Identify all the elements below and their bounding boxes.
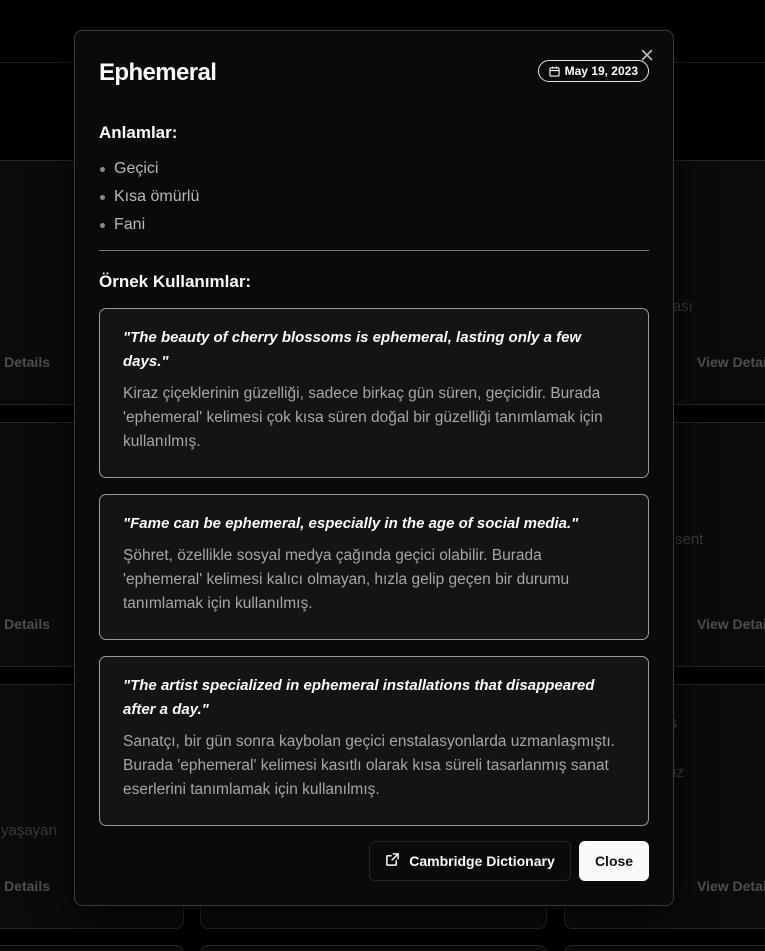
example-card: "The artist specialized in ephemeral ins… xyxy=(99,656,649,826)
word-title: Ephemeral xyxy=(99,59,217,86)
cambridge-dictionary-button[interactable]: Cambridge Dictionary xyxy=(369,841,571,881)
meaning-item: Kısa ömürlü xyxy=(99,183,199,211)
meaning-item: Fani xyxy=(99,211,199,239)
close-button-label: Close xyxy=(594,853,634,869)
background-card-subtitle: sent xyxy=(675,531,704,548)
word-detail-dialog: Ephemeral May 19, 2023 Anlamlar: Geçici … xyxy=(74,30,674,906)
view-details-link[interactable]: View Details xyxy=(0,616,50,632)
background-card[interactable] xyxy=(0,945,184,951)
example-explanation: Kiraz çiçeklerinin güzelliği, sadece bir… xyxy=(123,385,603,450)
example-card: "The beauty of cherry blossoms is epheme… xyxy=(99,308,649,478)
meanings-list: Geçici Kısa ömürlü Fani xyxy=(99,155,199,239)
examples-heading: Örnek Kullanımlar: xyxy=(99,272,252,291)
background-card-subtitle: yaşayan xyxy=(1,822,57,839)
view-details-link[interactable]: View Details xyxy=(697,878,765,894)
example-explanation: Sanatçı, bir gün sonra kaybolan geçici e… xyxy=(123,733,615,798)
background-card[interactable] xyxy=(200,945,547,951)
example-sentence: "Fame can be ephemeral, especially in th… xyxy=(123,515,579,532)
example-explanation: Şöhret, özellikle sosyal medya çağında g… xyxy=(123,547,570,612)
meanings-heading: Anlamlar: xyxy=(99,123,178,142)
close-button[interactable]: Close xyxy=(579,841,649,881)
example-sentence: "The beauty of cherry blossoms is epheme… xyxy=(123,329,582,370)
section-divider xyxy=(99,250,649,251)
example-card: "Fame can be ephemeral, especially in th… xyxy=(99,494,649,640)
app-root: View Details ny aşası View Details View … xyxy=(0,0,765,951)
background-card-subtitle: iz xyxy=(673,764,684,781)
view-details-link[interactable]: View Details xyxy=(0,354,50,370)
meaning-item: Geçici xyxy=(99,155,199,183)
external-link-icon xyxy=(385,852,400,870)
date-text: May 19, 2023 xyxy=(564,64,638,78)
background-card[interactable] xyxy=(564,945,765,951)
view-details-link[interactable]: View Details xyxy=(0,878,50,894)
date-badge: May 19, 2023 xyxy=(537,60,649,82)
view-details-link[interactable]: View Details xyxy=(697,616,765,632)
cambridge-dictionary-label: Cambridge Dictionary xyxy=(409,853,555,869)
calendar-icon xyxy=(548,65,560,77)
view-details-link[interactable]: View Details xyxy=(697,354,765,370)
example-sentence: "The artist specialized in ephemeral ins… xyxy=(123,677,595,718)
